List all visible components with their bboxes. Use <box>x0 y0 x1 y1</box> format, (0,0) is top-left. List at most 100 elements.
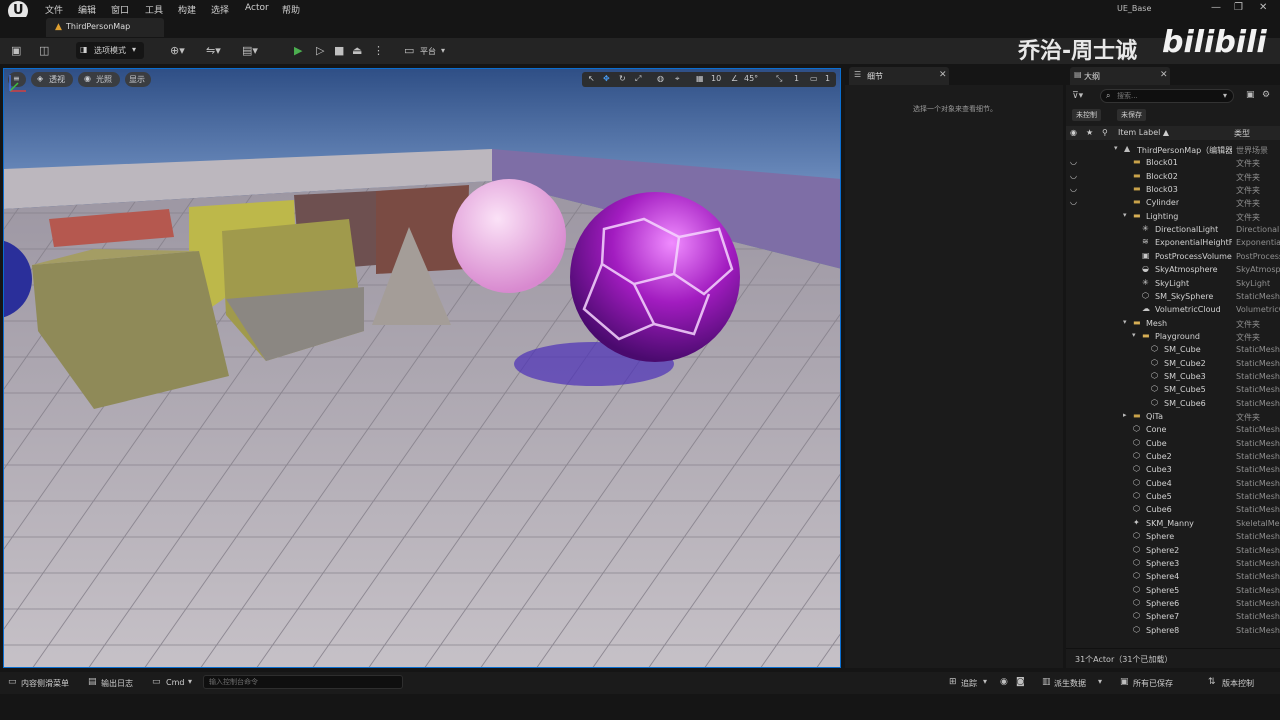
outliner-row[interactable]: ⬡ Cube3 StaticMeshActor <box>1066 463 1280 476</box>
outliner-row[interactable]: ⬡ Cone StaticMeshActor <box>1066 423 1280 436</box>
eject-icon[interactable]: ⏏ <box>352 44 362 57</box>
menu-window[interactable]: 窗口 <box>111 3 129 16</box>
world-space-icon[interactable]: ◍ <box>657 74 664 83</box>
outliner-row[interactable]: ⬡ Sphere6 StaticMeshActor <box>1066 597 1280 610</box>
rotation-snap-icon[interactable]: ∠ <box>731 74 738 83</box>
outliner-row[interactable]: ⬡ Cube2 StaticMeshActor <box>1066 450 1280 463</box>
content-drawer-button[interactable]: 内容侧滑菜单 <box>21 678 69 689</box>
outliner-row[interactable]: ⬡ Sphere StaticMeshActor <box>1066 530 1280 543</box>
outliner-row[interactable]: ⬡ SM_Cube6 StaticMeshActor <box>1066 397 1280 410</box>
scale-icon[interactable]: ⤢ <box>635 74 641 84</box>
lock-column-icon[interactable]: ⚲ <box>1102 128 1108 137</box>
output-log-icon[interactable]: ▤ <box>88 677 97 687</box>
outliner-row[interactable]: ◡ ▬ Block03 文件夹 <box>1066 183 1280 196</box>
surface-snap-icon[interactable]: ⌖ <box>675 74 680 84</box>
menu-build[interactable]: 构建 <box>178 3 196 16</box>
outliner-tab[interactable]: ▤ 大纲 ✕ <box>1070 67 1170 85</box>
uncontrolled-chip[interactable]: 未控制 <box>1072 109 1101 121</box>
outliner-row[interactable]: ⬡ Cube StaticMeshActor <box>1066 437 1280 450</box>
outliner-row[interactable]: ⬡ Cube6 StaticMeshActor <box>1066 503 1280 516</box>
select-icon[interactable]: ↖ <box>588 74 595 83</box>
screenshot-icon[interactable]: ◙ <box>1016 677 1025 687</box>
type-column[interactable]: 类型 <box>1234 128 1250 139</box>
outliner-row[interactable]: ⬡ Sphere4 StaticMeshActor <box>1066 570 1280 583</box>
search-input[interactable] <box>1117 91 1217 101</box>
perspective-button[interactable]: ◈ 透视 <box>31 72 73 87</box>
blueprint-icon[interactable]: ⇋▾ <box>206 44 221 57</box>
menu-file[interactable]: 文件 <box>45 3 63 16</box>
unsaved-chip[interactable]: 未保存 <box>1117 109 1146 121</box>
camera-speed-value[interactable]: 1 <box>825 74 830 83</box>
outliner-row[interactable]: ⬡ Cube4 StaticMeshActor <box>1066 477 1280 490</box>
all-saved-button[interactable]: 所有已保存 <box>1133 678 1173 689</box>
outliner-row[interactable]: ◒ SkyAtmosphere SkyAtmosphere <box>1066 263 1280 276</box>
outliner-search[interactable]: ⌕ ▾ <box>1100 89 1234 103</box>
outliner-row[interactable]: ≋ ExponentialHeightFog ExponentialHeightFo… <box>1066 236 1280 249</box>
outliner-row[interactable]: ◡ ▬ Block01 文件夹 <box>1066 156 1280 169</box>
outliner-row[interactable]: ◡ ▬ Cylinder 文件夹 <box>1066 196 1280 209</box>
outliner-row[interactable]: ⬡ SM_SkySphere StaticMeshActor <box>1066 290 1280 303</box>
platforms-icon[interactable]: ▭ <box>404 44 414 57</box>
outliner-row[interactable]: ▾ ▬ Lighting 文件夹 <box>1066 210 1280 223</box>
outliner-row[interactable]: ▾ ▬ Mesh 文件夹 <box>1066 317 1280 330</box>
outliner-row[interactable]: ⬡ SM_Cube3 StaticMeshActor <box>1066 370 1280 383</box>
outliner-row[interactable]: ☁ VolumetricCloud VolumetricCloud <box>1066 303 1280 316</box>
platforms-button[interactable]: 平台 <box>420 46 436 57</box>
document-tab[interactable]: ▲ ThirdPersonMap <box>46 18 164 37</box>
close-icon[interactable]: ✕ <box>1160 70 1168 80</box>
outliner-row[interactable]: ⬡ SM_Cube StaticMeshActor <box>1066 343 1280 356</box>
outliner-row[interactable]: ▣ PostProcessVolume PostProcessVolume <box>1066 250 1280 263</box>
outliner-row[interactable]: ✦ SKM_Manny SkeletalMeshActor <box>1066 517 1280 530</box>
record-icon[interactable]: ◉ <box>1000 677 1008 687</box>
mode-selector-button[interactable]: ◨ 选项模式 ▾ <box>76 42 144 59</box>
expand-toggle-icon[interactable]: ▾ <box>1123 318 1127 326</box>
outliner-row[interactable]: ◡ ▬ Block02 文件夹 <box>1066 170 1280 183</box>
menu-actor[interactable]: Actor <box>245 3 269 13</box>
chevron-down-icon[interactable]: ▾ <box>1223 91 1227 100</box>
menu-help[interactable]: 帮助 <box>282 3 300 16</box>
outliner-row[interactable]: ▾ ▲ ThirdPersonMap（编辑器） 世界场景 <box>1066 143 1280 156</box>
maximize-icon[interactable]: ❐ <box>1234 2 1243 13</box>
camera-speed-icon[interactable]: ▭ <box>810 74 818 83</box>
content-browser-icon[interactable]: ◫ <box>39 44 49 57</box>
derived-data-button[interactable]: 派生数据 <box>1054 678 1086 689</box>
console-command-input[interactable] <box>203 675 403 689</box>
menu-select[interactable]: 选择 <box>211 3 229 16</box>
outliner-row[interactable]: ▾ ▬ Playground 文件夹 <box>1066 330 1280 343</box>
cinematics-icon[interactable]: ▤▾ <box>242 44 258 57</box>
rotation-snap-value[interactable]: 45° <box>744 74 758 83</box>
new-folder-icon[interactable]: ▣ <box>1246 90 1255 100</box>
content-drawer-icon[interactable]: ▭ <box>8 677 17 687</box>
menu-tools[interactable]: 工具 <box>145 3 163 16</box>
save-icon[interactable]: ▣ <box>11 44 21 57</box>
menu-edit[interactable]: 编辑 <box>78 3 96 16</box>
outliner-row[interactable]: ⬡ SM_Cube5 StaticMeshActor <box>1066 383 1280 396</box>
visibility-toggle-icon[interactable]: ◡ <box>1070 171 1077 180</box>
more-options-icon[interactable]: ⋮ <box>373 44 384 57</box>
close-icon[interactable]: ✕ <box>939 70 947 80</box>
lit-mode-button[interactable]: ◉ 光照 <box>78 72 120 87</box>
rotate-icon[interactable]: ↻ <box>619 74 626 83</box>
output-log-button[interactable]: 输出日志 <box>101 678 133 689</box>
details-tab[interactable]: ☰ 细节 ✕ <box>849 67 949 85</box>
grid-snap-value[interactable]: 10 <box>711 74 721 83</box>
outliner-row[interactable]: ⬡ Cube5 StaticMeshActor <box>1066 490 1280 503</box>
expand-toggle-icon[interactable]: ▸ <box>1123 411 1127 419</box>
expand-toggle-icon[interactable]: ▾ <box>1114 144 1118 152</box>
stop-icon[interactable]: ■ <box>334 44 344 57</box>
close-window-icon[interactable]: ✕ <box>1259 2 1267 13</box>
outliner-row[interactable]: ⬡ SM_Cube2 StaticMeshActor <box>1066 357 1280 370</box>
expand-toggle-icon[interactable]: ▾ <box>1132 331 1136 339</box>
minimize-icon[interactable]: — <box>1211 2 1221 13</box>
outliner-row[interactable]: ⬡ Sphere2 StaticMeshActor <box>1066 544 1280 557</box>
filter-icon[interactable]: ⊽▾ <box>1072 91 1083 101</box>
outliner-row[interactable]: ▸ ▬ QiTa 文件夹 <box>1066 410 1280 423</box>
pin-column-icon[interactable]: ★ <box>1086 128 1093 137</box>
play-icon[interactable]: ▶ <box>294 44 302 57</box>
outliner-row[interactable]: ⬡ Sphere7 StaticMeshActor <box>1066 610 1280 623</box>
scale-snap-value[interactable]: 1 <box>794 74 799 83</box>
visibility-toggle-icon[interactable]: ◡ <box>1070 197 1077 206</box>
level-viewport[interactable]: ≡ ◈ 透视 ◉ 光照 显示 ↖ ✥ ↻ ⤢ ◍ ⌖ ▦ 10 ∠ 45° ⤡ 1 … <box>3 68 841 668</box>
outliner-row[interactable]: ⬡ Sphere5 StaticMeshActor <box>1066 584 1280 597</box>
visibility-column-icon[interactable]: ◉ <box>1070 128 1077 137</box>
